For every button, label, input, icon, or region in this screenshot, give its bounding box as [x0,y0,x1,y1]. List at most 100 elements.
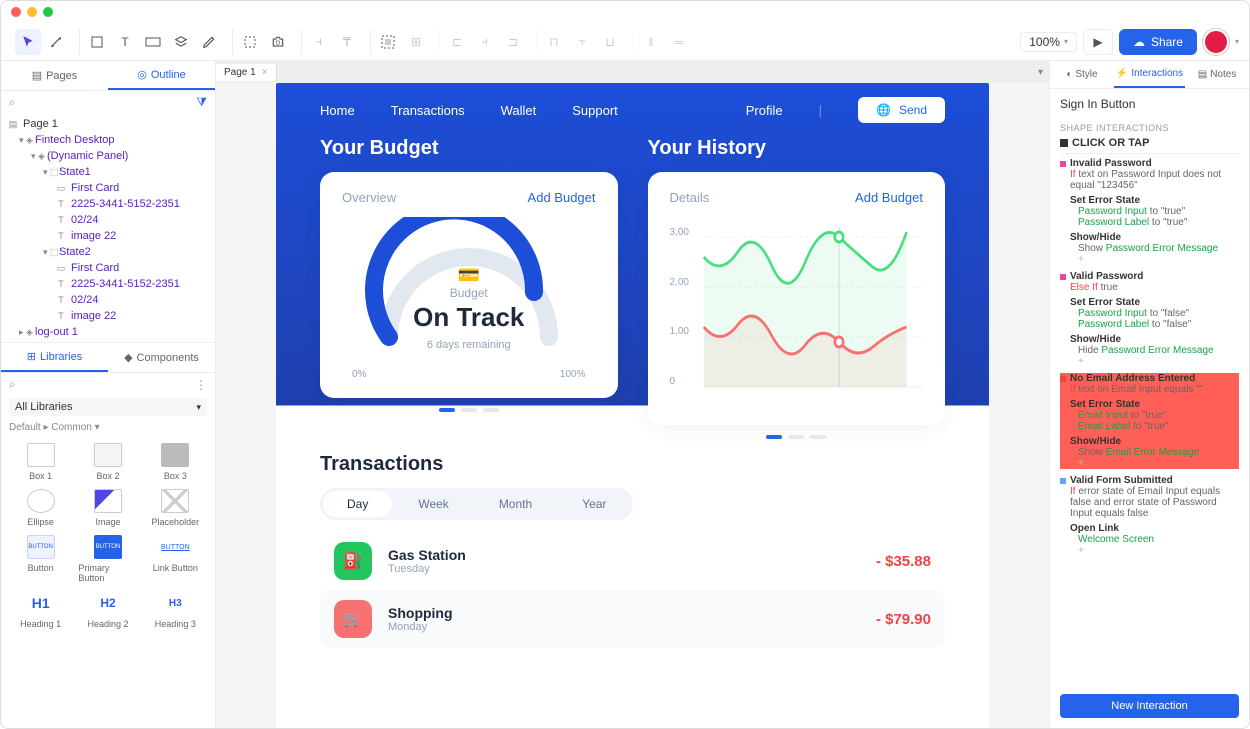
align-center-v-icon[interactable]: ⫟ [569,29,595,55]
mock-nav: Home Transactions Wallet Support Profile… [276,83,989,137]
zoom-select[interactable]: 100% ▾ [1020,32,1077,52]
widget-h1[interactable]: H1Heading 1 [9,589,72,631]
tree-num2[interactable]: T2225-3441-5152-2351 [1,276,215,292]
widget-link-button[interactable]: BUTTONLink Button [144,533,207,585]
close-tab-icon[interactable]: × [262,67,268,78]
snapshot-tool[interactable] [265,29,291,55]
align-center-h-icon[interactable]: ⫞ [472,29,498,55]
budget-card: Overview Add Budget 💳 [320,172,618,398]
widget-h2[interactable]: H2Heading 2 [76,589,139,631]
group-icon[interactable] [375,29,401,55]
play-button[interactable]: ▶ [1083,29,1113,55]
widget-box2[interactable]: Box 2 [76,441,139,483]
widget-ellipse[interactable]: Ellipse [9,487,72,529]
seg-month[interactable]: Month [475,491,556,517]
bounds-tool[interactable] [237,29,263,55]
library-select[interactable]: All Libraries▾ [9,398,207,416]
input-tool[interactable] [140,29,166,55]
pointer-tool[interactable] [15,29,41,55]
case-valid-password[interactable]: Valid Password Else If true Set Error St… [1060,271,1239,367]
seg-week[interactable]: Week [394,491,472,517]
minimize-icon[interactable] [27,7,37,17]
tab-pages[interactable]: ▤Pages [1,61,108,90]
widget-image[interactable]: Image [76,487,139,529]
tree-card1[interactable]: ▭First Card [1,180,215,196]
page-tab-1[interactable]: Page 1× [216,64,277,81]
stack-tool[interactable] [168,29,194,55]
tab-components[interactable]: ◆Components [108,343,215,372]
filter-icon[interactable]: ⧩ [196,95,207,110]
library-header[interactable]: Default ▸ Common ▾ [1,418,215,437]
page-tabs: Page 1× ▾ [216,61,1049,83]
tree-img2[interactable]: Timage 22 [1,308,215,324]
ungroup-icon[interactable]: ⊞ [403,29,429,55]
library-search-input[interactable] [16,379,195,391]
widget-h3[interactable]: H3Heading 3 [144,589,207,631]
widget-box3[interactable]: Box 3 [144,441,207,483]
gauge-max: 100% [560,369,586,380]
tree-card2[interactable]: ▭First Card [1,260,215,276]
case-valid-form[interactable]: Valid Form Submitted If error state of E… [1060,475,1239,556]
design-mockup[interactable]: Home Transactions Wallet Support Profile… [276,83,989,728]
transaction-row[interactable]: ⛽ Gas StationTuesday - $35.88 [320,532,945,590]
maximize-icon[interactable] [43,7,53,17]
page-tabs-menu-icon[interactable]: ▾ [1032,67,1049,78]
add-budget-link-2[interactable]: Add Budget [855,190,923,205]
rectangle-tool[interactable] [84,29,110,55]
align-top-icon[interactable]: ⊓ [541,29,567,55]
event-click-tap[interactable]: CLICK OR TAP [1060,133,1239,154]
tab-interactions[interactable]: ⚡Interactions [1114,61,1185,88]
more-icon[interactable]: ⋮ [195,378,207,392]
case-no-email[interactable]: No Email Address Entered If text on Emai… [1060,373,1239,469]
tree-num1[interactable]: T2225-3441-5152-2351 [1,196,215,212]
seg-day[interactable]: Day [323,491,392,517]
nav-wallet[interactable]: Wallet [501,103,537,118]
send-button[interactable]: 🌐 Send [858,97,945,123]
new-interaction-button[interactable]: New Interaction [1060,694,1239,718]
add-budget-link[interactable]: Add Budget [528,190,596,205]
tree-dynamic[interactable]: ▾ ◈(Dynamic Panel) [1,148,215,164]
align-horizontal-icon[interactable]: ⫞ [306,29,332,55]
tree-page[interactable]: ▤Page 1 [1,116,215,132]
close-icon[interactable] [11,7,21,17]
widget-placeholder[interactable]: Placeholder [144,487,207,529]
case-invalid-password[interactable]: Invalid Password If text on Password Inp… [1060,158,1239,265]
nav-home[interactable]: Home [320,103,355,118]
align-right-icon[interactable]: ⊐ [500,29,526,55]
tree-logout[interactable]: ▸ ◈log-out 1 [1,324,215,340]
user-avatar[interactable] [1203,29,1229,55]
nav-support[interactable]: Support [572,103,618,118]
align-bottom-icon[interactable]: ⊔ [597,29,623,55]
tab-notes[interactable]: ▤Notes [1185,61,1249,88]
widget-primary-button[interactable]: BUTTONPrimary Button [76,533,139,585]
widget-box1[interactable]: Box 1 [9,441,72,483]
seg-year[interactable]: Year [558,491,630,517]
nav-transactions[interactable]: Transactions [391,103,465,118]
align-left-icon[interactable]: ⊏ [444,29,470,55]
share-button[interactable]: ☁ Share [1119,29,1197,55]
nav-profile[interactable]: Profile [746,103,783,118]
tree-state2[interactable]: ▾ ⬚State2 [1,244,215,260]
cart-icon: 🛒 [334,600,372,638]
text-tool[interactable]: T [112,29,138,55]
history-card: Details Add Budget 3,00 2,00 1,00 0 [648,172,946,425]
gauge-sub: 6 days remaining [359,339,579,351]
details-label: Details [670,190,710,205]
tab-outline[interactable]: ◎Outline [108,61,215,90]
connector-tool[interactable] [43,29,69,55]
pen-tool[interactable] [196,29,222,55]
align-text-icon[interactable]: ₸ [334,29,360,55]
avatar-chevron-icon[interactable]: ▾ [1235,37,1239,46]
tab-style[interactable]: ◐Style [1050,61,1114,88]
tree-root[interactable]: ▾ ◈Fintech Desktop [1,132,215,148]
distribute-h-icon[interactable]: ‖ [638,29,664,55]
distribute-v-icon[interactable]: ═ [666,29,692,55]
tree-date2[interactable]: T02/24 [1,292,215,308]
tree-date1[interactable]: T02/24 [1,212,215,228]
tree-img1[interactable]: Timage 22 [1,228,215,244]
widget-button[interactable]: BUTTONButton [9,533,72,585]
tree-state1[interactable]: ▾ ⬚State1 [1,164,215,180]
tab-libraries[interactable]: ⊞Libraries [1,343,108,372]
transaction-row[interactable]: 🛒 ShoppingMonday - $79.90 [320,590,945,648]
outline-search-input[interactable] [22,97,191,109]
